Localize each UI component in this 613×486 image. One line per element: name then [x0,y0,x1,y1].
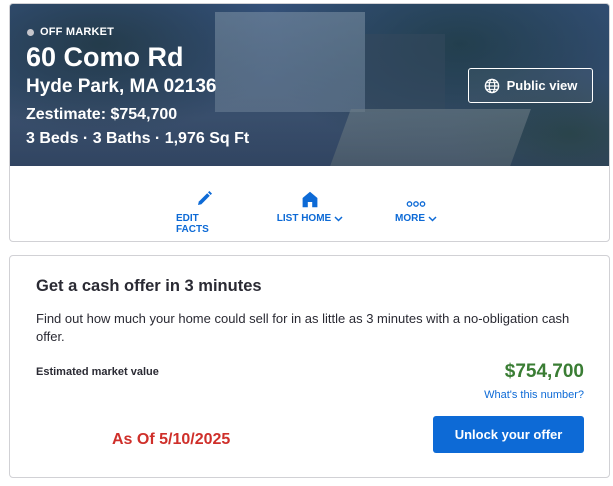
property-summary-card: OFF MARKET 60 Como Rd Hyde Park, MA 0213… [9,3,610,242]
house-icon [302,191,318,208]
edit-facts-label: EDIT FACTS [176,213,209,235]
whats-this-number-link[interactable]: What's this number? [484,389,584,401]
property-hero: OFF MARKET 60 Como Rd Hyde Park, MA 0213… [10,4,609,166]
status-text: OFF MARKET [40,26,115,38]
estimated-value-label: Estimated market value [36,366,159,378]
garage-photo-shape [365,34,445,112]
house-photo-shape [215,12,365,112]
estimated-value: $754,700 [504,361,584,382]
cash-offer-title: Get a cash offer in 3 minutes [36,277,262,295]
street-address: 60 Como Rd [26,42,184,72]
status-dot-icon [27,28,34,36]
unlock-offer-button[interactable]: Unlock your offer [433,416,584,453]
property-actions-bar: EDIT FACTS LIST HOME MORE [10,166,609,241]
more-icon [406,201,426,207]
as-of-date: As Of 5/10/2025 [112,431,231,448]
chevron-down-icon [334,215,343,222]
pencil-icon [198,191,212,205]
edit-facts-button[interactable]: EDIT FACTS [176,188,232,235]
status-badge: OFF MARKET [27,26,114,38]
city-state-zip: Hyde Park, MA 02136 [26,76,217,97]
list-home-button[interactable]: LIST HOME [276,188,344,224]
chevron-down-icon [428,215,437,222]
zestimate: Zestimate: $754,700 [26,106,178,123]
globe-icon [484,78,499,93]
more-label: MORE [395,213,425,224]
home-facts: 3 Beds · 3 Baths · 1,976 Sq Ft [26,130,250,147]
cash-offer-description: Find out how much your home could sell f… [36,311,570,344]
list-home-label: LIST HOME [276,213,332,224]
driveway-photo-shape [329,109,531,166]
cash-offer-card: Get a cash offer in 3 minutes Find out h… [9,255,610,478]
public-view-label: Public view [506,78,578,93]
more-button[interactable]: MORE [394,188,438,224]
public-view-button[interactable]: Public view [468,68,593,103]
